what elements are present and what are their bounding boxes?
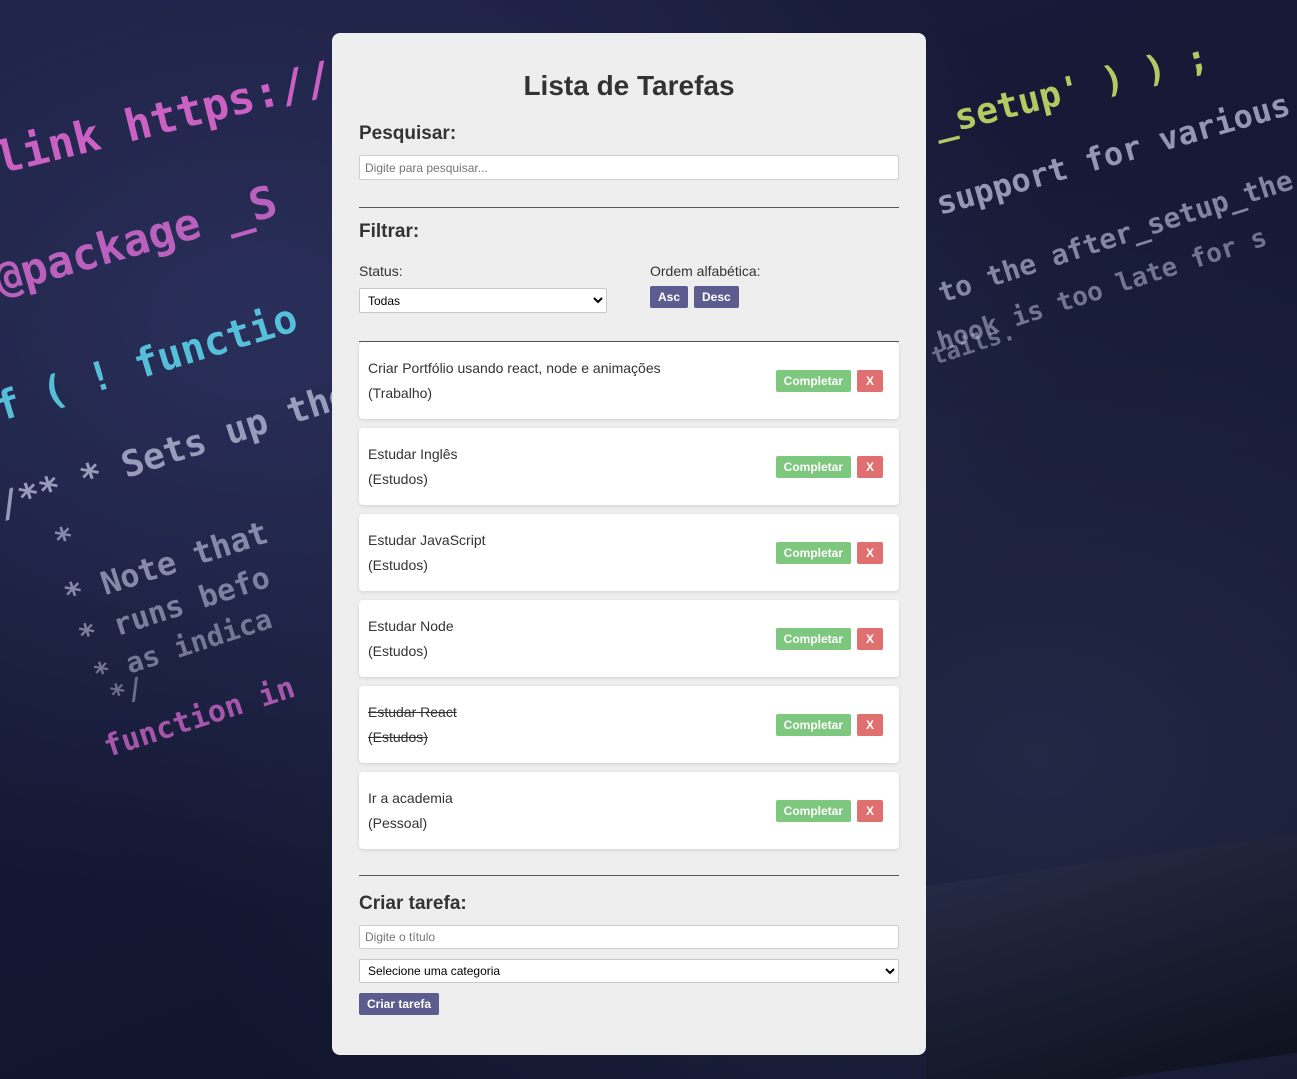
create-task-section: Criar tarefa: Selecione uma categoria Cr… (359, 893, 899, 1015)
sort-label: Ordem alfabética: (650, 263, 761, 279)
complete-button[interactable]: Completar (775, 799, 851, 822)
todo-item: Criar Portfólio usando react, node e ani… (359, 342, 899, 419)
bg-code-line: * (49, 517, 80, 561)
todo-actions: Completar X (775, 627, 883, 650)
todo-content: Estudar JavaScript (Estudos) (368, 528, 486, 578)
todo-item: Estudar Node (Estudos) Completar X (359, 600, 899, 677)
create-task-button[interactable]: Criar tarefa (359, 993, 440, 1015)
task-title-input[interactable] (359, 925, 899, 949)
todo-title: Ir a academia (368, 789, 453, 806)
todo-actions: Completar X (775, 455, 883, 478)
todo-actions: Completar X (775, 799, 883, 822)
remove-button[interactable]: X (857, 799, 883, 822)
todo-app-card: Lista de Tarefas Pesquisar: Filtrar: Sta… (332, 33, 926, 1055)
todo-category: (Estudos) (368, 728, 428, 745)
todo-content: Estudar Inglês (Estudos) (368, 442, 458, 492)
category-select[interactable]: Selecione uma categoria (359, 959, 899, 983)
complete-button[interactable]: Completar (775, 541, 851, 564)
search-section: Pesquisar: (359, 123, 899, 180)
search-input[interactable] (359, 155, 899, 180)
todo-item-completed: Estudar React (Estudos) Completar X (359, 686, 899, 763)
status-label: Status: (359, 263, 403, 279)
page-title: Lista de Tarefas (523, 70, 735, 101)
search-heading: Pesquisar: (359, 123, 457, 144)
sort-filter: Ordem alfabética: Asc Desc (650, 263, 761, 313)
status-filter: Status: Todas (359, 263, 650, 313)
todo-content: Estudar Node (Estudos) (368, 614, 454, 664)
remove-button[interactable]: X (857, 455, 883, 478)
divider (359, 875, 899, 876)
todo-content: Estudar React (Estudos) (368, 700, 457, 750)
todo-title: Criar Portfólio usando react, node e ani… (368, 359, 661, 376)
keyboard-shape (926, 833, 1297, 1079)
todo-list: Criar Portfólio usando react, node e ani… (359, 342, 899, 849)
remove-button[interactable]: X (857, 627, 883, 650)
todo-actions: Completar X (775, 713, 883, 736)
sort-buttons: Asc Desc (650, 286, 761, 308)
todo-title: Estudar React (368, 703, 457, 720)
bg-code-line: @package _S (0, 175, 283, 306)
filter-heading: Filtrar: (359, 221, 420, 242)
filter-section: Filtrar: Status: Todas Ordem alfabética:… (359, 221, 899, 313)
divider (359, 207, 899, 208)
create-heading: Criar tarefa: (359, 893, 467, 914)
todo-actions: Completar X (775, 369, 883, 392)
remove-button[interactable]: X (857, 369, 883, 392)
filter-row: Status: Todas Ordem alfabética: Asc Desc (359, 263, 899, 313)
todo-category: (Estudos) (368, 556, 428, 573)
todo-category: (Trabalho) (368, 384, 433, 401)
todo-title: Estudar Inglês (368, 445, 458, 462)
remove-button[interactable]: X (857, 713, 883, 736)
todo-category: (Estudos) (368, 642, 428, 659)
todo-title: Estudar Node (368, 617, 454, 634)
todo-content: Criar Portfólio usando react, node e ani… (368, 356, 661, 406)
complete-button[interactable]: Completar (775, 369, 851, 392)
sort-desc-button[interactable]: Desc (694, 286, 739, 308)
todo-item: Estudar Inglês (Estudos) Completar X (359, 428, 899, 505)
complete-button[interactable]: Completar (775, 713, 851, 736)
todo-category: (Pessoal) (368, 814, 428, 831)
todo-content: Ir a academia (Pessoal) (368, 786, 453, 836)
remove-button[interactable]: X (857, 541, 883, 564)
todo-item: Estudar JavaScript (Estudos) Completar X (359, 514, 899, 591)
todo-item: Ir a academia (Pessoal) Completar X (359, 772, 899, 849)
status-select[interactable]: Todas (359, 288, 607, 313)
todo-actions: Completar X (775, 541, 883, 564)
sort-asc-button[interactable]: Asc (650, 286, 689, 308)
complete-button[interactable]: Completar (775, 455, 851, 478)
todo-category: (Estudos) (368, 470, 428, 487)
todo-title: Estudar JavaScript (368, 531, 486, 548)
complete-button[interactable]: Completar (775, 627, 851, 650)
